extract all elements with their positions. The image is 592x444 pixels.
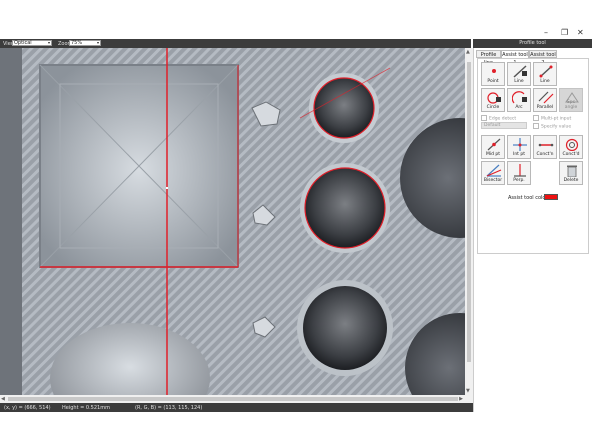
arc-tool-button[interactable]: Arc <box>507 88 531 112</box>
profile-tool-panel: Profile line Assist tool 1 Assist tool 2… <box>473 48 592 412</box>
parallel-icon <box>538 91 554 104</box>
edge-detect-checkbox[interactable] <box>481 115 487 121</box>
view-toolbar: View Optical ▾ Zoom 75% ▾ <box>0 39 471 48</box>
point-tool-button[interactable]: Point <box>481 62 505 86</box>
restore-icon[interactable]: ❐ <box>561 29 568 37</box>
delete-tool-button[interactable]: Delete <box>559 161 583 185</box>
scroll-down-icon[interactable]: ▼ <box>466 388 470 394</box>
view-select[interactable]: Optical ▾ <box>12 40 52 46</box>
conctn-tool-button[interactable]: Conct'n <box>533 135 557 159</box>
tab-assist-tool-1[interactable]: Assist tool 1 <box>501 50 529 66</box>
bisector-tool-button[interactable]: Bisector <box>481 161 505 185</box>
circle-icon <box>487 92 501 104</box>
midpoint-icon <box>487 138 501 151</box>
horizontal-scrollbar[interactable]: ◀ ▶ <box>0 395 473 403</box>
multi-pt-input-option[interactable]: Multi-pt input <box>533 115 571 122</box>
minimize-icon[interactable]: – <box>544 29 548 37</box>
zoom-select[interactable]: 75% ▾ <box>69 40 101 46</box>
tab-assist-tool-2[interactable]: Assist tool 2 <box>529 50 557 66</box>
specify-value-checkbox[interactable] <box>533 123 539 129</box>
scroll-left-icon[interactable]: ◀ <box>1 396 5 402</box>
optical-image <box>0 48 465 395</box>
spc-angle-tool-button[interactable]: Spc angle <box>559 88 583 112</box>
circle-tool-button[interactable]: Circle <box>481 88 505 112</box>
arc-icon <box>512 91 527 104</box>
height-readout: Height = 0.521mm <box>62 405 110 411</box>
mid-pt-tool-button[interactable]: Mid pt <box>481 135 505 159</box>
scroll-up-icon[interactable]: ▲ <box>466 49 470 55</box>
trash-icon <box>567 165 577 177</box>
point-icon <box>492 69 496 73</box>
scroll-right-icon[interactable]: ▶ <box>459 396 463 402</box>
assist-color-label: Assist tool color <box>508 195 548 201</box>
assist-color-swatch[interactable] <box>544 194 558 200</box>
int-pt-tool-button[interactable]: Int pt <box>507 135 531 159</box>
coords-readout: (x, y) = (666, 514) <box>4 405 51 411</box>
detect-mode-select[interactable]: Default <box>481 122 527 129</box>
bisector-icon <box>486 164 502 177</box>
view-select-value: Optical <box>14 40 32 46</box>
zoom-select-value: 75% <box>71 40 83 46</box>
chevron-down-icon: ▾ <box>96 40 99 45</box>
line-tool-button[interactable]: Line <box>507 62 531 86</box>
title-bar: – ❐ ✕ <box>0 0 592 39</box>
parallel-tool-button[interactable]: Parallel <box>533 88 557 112</box>
chevron-down-icon: ▾ <box>47 40 50 45</box>
close-icon[interactable]: ✕ <box>577 29 584 37</box>
rgb-readout: (R, G, B) = (113, 115, 124) <box>135 405 203 411</box>
line-2pt-tool-button[interactable]: Line <box>533 62 557 86</box>
assist-tools-group: Point Line Line Circle Arc Parallel Spc … <box>477 58 589 254</box>
optical-image-view[interactable] <box>0 48 465 395</box>
horizontal-scroll-thumb[interactable] <box>8 397 458 401</box>
line-two-point-icon <box>539 65 553 78</box>
intersection-icon <box>513 138 527 151</box>
multi-pt-input-checkbox[interactable] <box>533 115 539 121</box>
concentric-icon <box>565 138 579 151</box>
panel-title: Profile tool <box>473 39 592 48</box>
vertical-scroll-thumb[interactable] <box>467 62 471 362</box>
perp-tool-button[interactable]: Perp. <box>507 161 531 185</box>
edge-detect-option[interactable]: Edge detect <box>481 115 516 122</box>
perpendicular-icon <box>514 164 526 177</box>
conctd-tool-button[interactable]: Conct'd <box>559 135 583 159</box>
specify-value-option[interactable]: Specify value <box>533 123 571 130</box>
tab-profile-line[interactable]: Profile line <box>476 50 501 66</box>
connection-icon <box>538 143 554 147</box>
vertical-scrollbar[interactable]: ▲ ▼ <box>465 48 473 395</box>
line-icon <box>513 65 527 78</box>
status-bar: (x, y) = (666, 514) Height = 0.521mm (R,… <box>0 403 473 412</box>
